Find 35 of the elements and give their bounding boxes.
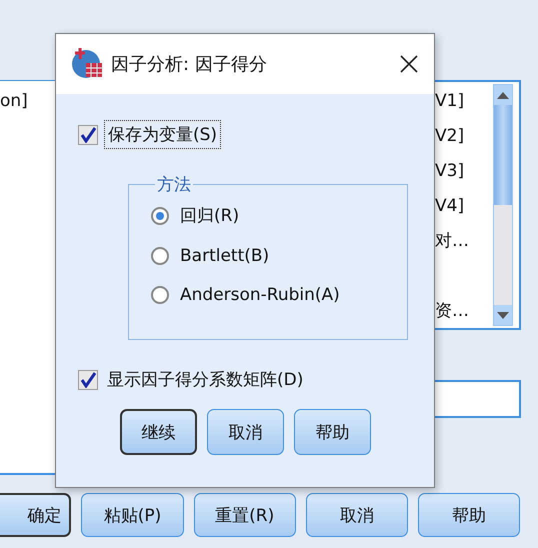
variable-list[interactable]: on] xyxy=(0,80,55,475)
scroll-up-icon[interactable] xyxy=(497,92,509,98)
list-item[interactable]: 对… xyxy=(435,231,469,251)
list-item[interactable]: 资… xyxy=(435,301,469,321)
list-item[interactable]: V2] xyxy=(435,126,464,146)
dialog-button[interactable]: 取消 xyxy=(207,409,284,455)
checkbox[interactable] xyxy=(78,124,98,144)
app-icon xyxy=(71,48,103,80)
dialog-button[interactable]: 帮助 xyxy=(418,493,520,537)
radio-label[interactable]: Anderson-Rubin(A) xyxy=(180,285,340,305)
radio-label[interactable]: Bartlett(B) xyxy=(180,246,270,266)
close-icon[interactable] xyxy=(400,55,418,73)
dialog-button[interactable]: 帮助 xyxy=(294,409,371,455)
checkbox-label[interactable]: 保存为变量(S) xyxy=(104,120,222,149)
dialog-button[interactable]: 取消 xyxy=(306,493,408,537)
list-item[interactable]: V1] xyxy=(435,91,464,111)
radio-label[interactable]: 回归(R) xyxy=(180,204,240,227)
radio-button[interactable] xyxy=(151,206,169,224)
variable-list[interactable]: V1] V2] V3] V4] 对… 资… xyxy=(435,80,521,330)
checkbox-label[interactable]: 显示因子得分系数矩阵(D) xyxy=(104,366,306,393)
dialog-button[interactable]: 继续 xyxy=(120,409,197,455)
dialog-button[interactable]: 粘贴(P) xyxy=(81,493,184,537)
dialog-button[interactable]: 确定 xyxy=(0,493,72,537)
radio-button[interactable] xyxy=(151,247,169,265)
checkbox[interactable] xyxy=(78,370,98,390)
list-item[interactable]: V3] xyxy=(435,161,464,181)
list-item[interactable]: on] xyxy=(0,91,28,111)
window-title: 因子分析: 因子得分 xyxy=(111,53,268,76)
list-item[interactable]: V4] xyxy=(435,196,464,216)
group-title: 方法 xyxy=(156,174,192,196)
input-field[interactable] xyxy=(435,380,521,418)
dialog-button[interactable]: 重置(R) xyxy=(194,493,296,537)
scroll-down-icon[interactable] xyxy=(497,312,509,318)
radio-button[interactable] xyxy=(151,286,169,304)
scrollbar[interactable] xyxy=(493,84,513,326)
